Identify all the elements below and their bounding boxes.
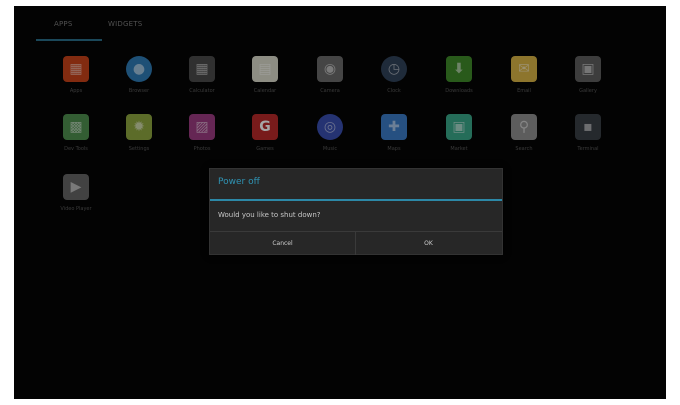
cancel-button[interactable]: Cancel [210, 232, 356, 255]
ok-button[interactable]: OK [356, 232, 501, 255]
power-off-dialog: Power off Would you like to shut down? C… [209, 168, 503, 255]
dialog-title-divider [210, 199, 502, 201]
home-screen: APPS WIDGETS ▦ Apps ● Browser ▦ Calculator ▤ Ca… [14, 6, 666, 399]
dialog-message: Would you like to shut down? [218, 211, 321, 219]
dialog-title: Power off [218, 177, 260, 187]
dialog-button-bar: Cancel OK [210, 231, 502, 255]
